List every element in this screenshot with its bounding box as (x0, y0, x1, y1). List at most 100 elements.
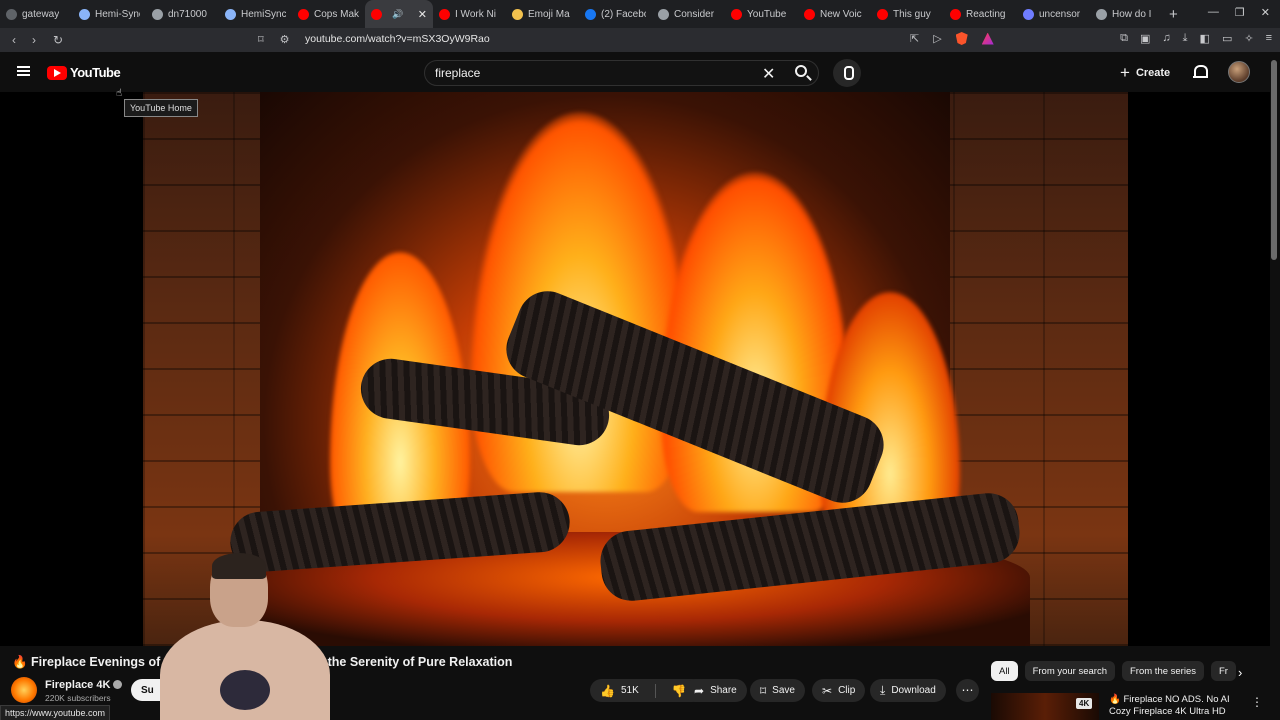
browser-tab[interactable]: New Voic (798, 0, 871, 28)
related-filter-chips: All From your search From the series Fr (991, 661, 1236, 681)
menu-icon[interactable]: ≡ (1266, 32, 1272, 45)
browser-tab[interactable]: I Work Ni (433, 0, 506, 28)
like-count: 51K (620, 685, 639, 696)
tab-favicon-icon (439, 8, 450, 20)
browser-tab[interactable]: YouTube (725, 0, 798, 28)
browser-tab[interactable]: dn71000 (146, 0, 219, 28)
browser-tab[interactable]: gateway (0, 0, 73, 28)
new-tab-button[interactable]: + (1169, 6, 1178, 23)
tab-title: Emoji Ma (528, 8, 570, 20)
recommended-more-icon[interactable]: ⋮ (1251, 695, 1263, 709)
browser-tab[interactable]: HemiSync (219, 0, 292, 28)
webcam-hair (212, 553, 266, 579)
browser-nav-bar: ‹ › ↻ ⌑ ⚙ youtube.com/watch?v=mSX3OyW9Ra… (0, 28, 1280, 52)
channel-avatar[interactable] (11, 677, 37, 703)
plus-icon: + (1120, 63, 1130, 82)
hamburger-menu-icon[interactable] (17, 66, 30, 76)
browser-tab[interactable]: This guy (871, 0, 944, 28)
recommended-title[interactable]: 🔥 Fireplace NO ADS. No AI Cozy Fireplace… (1109, 694, 1239, 718)
tab-title: Cops Mak (314, 8, 359, 20)
sidebar-icon[interactable]: ◧ (1200, 32, 1210, 45)
tab-audio-icon[interactable]: 🔊 (392, 9, 403, 20)
reload-icon[interactable]: ↻ (48, 33, 68, 47)
save-button[interactable]: ⌑ Save (750, 679, 805, 702)
browser-tab[interactable]: How do I (1090, 0, 1163, 28)
browser-tab[interactable]: 🔊 ✕ (365, 0, 433, 28)
browser-tab[interactable]: Emoji Ma (506, 0, 579, 28)
tab-title: YouTube (747, 8, 787, 20)
music-icon[interactable]: ♫ (1162, 32, 1170, 45)
like-divider (654, 683, 656, 698)
bookmark-icon[interactable]: ⌑ (258, 33, 264, 46)
chip-from-your-search[interactable]: From your search (1024, 661, 1115, 681)
save-label: Save (772, 685, 795, 696)
search-box (424, 60, 819, 86)
tab-favicon-icon (225, 8, 236, 20)
webcam-tattoo (220, 670, 270, 710)
tab-title: uncensor (1039, 8, 1081, 20)
tab-favicon-icon (1096, 8, 1107, 20)
chevron-right-icon[interactable]: › (1238, 665, 1242, 680)
scissors-icon: ✂ (822, 683, 833, 698)
download-icon[interactable]: ⤓ (1183, 32, 1188, 45)
mouse-cursor-icon: ☝ (116, 88, 123, 99)
webcam-overlay (150, 553, 330, 720)
chip-more[interactable]: Fr (1211, 661, 1236, 681)
maximize-icon[interactable]: ❐ (1235, 6, 1245, 19)
thumbs-up-icon: 👍 (600, 683, 615, 698)
clear-search-icon[interactable]: ✕ (762, 64, 775, 84)
tab-title: How do I (1112, 8, 1152, 20)
tab-title: Hemi-Sync (95, 8, 140, 20)
tab-favicon-icon (658, 8, 669, 20)
clip-button[interactable]: ✂ Clip (812, 679, 866, 702)
chip-from-the-series[interactable]: From the series (1122, 661, 1204, 681)
clip-label: Clip (838, 685, 856, 696)
youtube-play-icon (47, 65, 67, 80)
tab-favicon-icon (6, 8, 17, 20)
status-bar-url: https://www.youtube.com (0, 705, 111, 720)
tab-close-icon[interactable]: ✕ (418, 8, 427, 21)
search-icon[interactable] (795, 65, 807, 77)
browser-tab[interactable]: (2) Facebo (579, 0, 652, 28)
open-external-icon[interactable]: ⇱ (910, 32, 919, 45)
like-button[interactable]: 👍 51K (590, 679, 649, 702)
wallet-icon[interactable]: ▭ (1222, 32, 1232, 45)
logo-text: YouTube (70, 65, 121, 80)
forward-icon[interactable]: › (24, 33, 44, 47)
tab-favicon-icon (1023, 8, 1034, 20)
minimize-icon[interactable]: — (1208, 6, 1219, 19)
browser-tab[interactable]: Reacting (944, 0, 1017, 28)
share-button[interactable]: ➦ Share (684, 679, 747, 702)
tab-favicon-icon (731, 8, 742, 20)
subscriber-count: 220K subscribers (45, 693, 111, 703)
tab-title: Reacting (966, 8, 1006, 20)
create-label: Create (1135, 67, 1171, 79)
address-bar[interactable]: youtube.com/watch?v=mSX3OyW9Rao (305, 33, 490, 45)
page-scrollbar[interactable] (1271, 60, 1277, 260)
tab-title: New Voic (820, 8, 862, 20)
channel-name[interactable]: Fireplace 4K (45, 679, 123, 691)
close-window-icon[interactable]: ✕ (1261, 6, 1270, 19)
more-actions-icon[interactable]: ⋯ (956, 679, 979, 702)
brave-rewards-icon[interactable] (981, 32, 994, 45)
brave-shields-icon[interactable] (955, 32, 968, 45)
browser-tab[interactable]: Hemi-Sync (73, 0, 146, 28)
download-button[interactable]: ⤓ Download (870, 679, 946, 702)
leo-ai-icon[interactable]: ✧ (1244, 32, 1253, 45)
account-avatar[interactable] (1228, 61, 1250, 83)
send-icon[interactable]: ▷ (933, 32, 941, 45)
create-button[interactable]: + Create (1120, 63, 1170, 83)
search-input[interactable] (435, 66, 735, 80)
notifications-bell-icon[interactable] (1193, 65, 1208, 80)
browser-tab[interactable]: Cops Mak (292, 0, 365, 28)
microphone-icon[interactable] (833, 59, 861, 87)
tab-favicon-icon (152, 8, 163, 20)
tab-manager-icon[interactable]: ▣ (1140, 32, 1150, 45)
browser-tab[interactable]: Consider (652, 0, 725, 28)
back-icon[interactable]: ‹ (4, 33, 24, 47)
youtube-logo[interactable]: YouTube (47, 65, 121, 80)
extensions-icon[interactable]: ⧉ (1120, 32, 1128, 45)
browser-tab[interactable]: uncensor (1017, 0, 1090, 28)
site-info-icon[interactable]: ⚙ (280, 33, 290, 46)
chip-all[interactable]: All (991, 661, 1018, 681)
